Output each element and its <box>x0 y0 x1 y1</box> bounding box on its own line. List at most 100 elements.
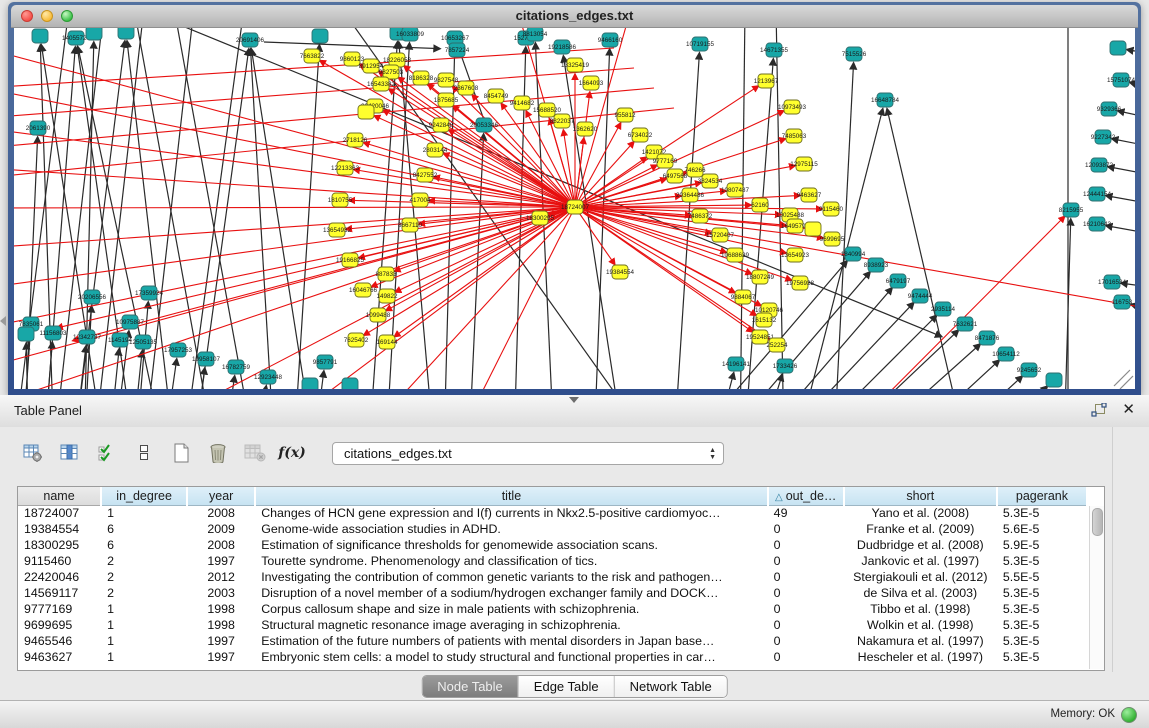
column-header-year[interactable]: year <box>187 487 255 505</box>
graph-node[interactable]: 13654923 <box>781 248 810 262</box>
table-row[interactable]: 1938455462009Genome-wide association stu… <box>18 521 1087 537</box>
column-header-in_degree[interactable]: in_degree <box>101 487 187 505</box>
graph-node[interactable]: 2803144 <box>423 143 448 157</box>
graph-node[interactable] <box>1110 41 1126 55</box>
graph-node[interactable]: 19756928 <box>786 276 815 290</box>
graph-node[interactable]: 7515526 <box>842 47 867 61</box>
graph-node[interactable]: 9245652 <box>1017 363 1042 377</box>
graph-node[interactable]: 18807249 <box>746 270 775 284</box>
graph-node[interactable]: 11156803 <box>39 326 67 340</box>
graph-node[interactable]: 62160 <box>751 198 769 212</box>
graph-node[interactable] <box>302 378 318 389</box>
graph-node[interactable] <box>342 378 358 389</box>
graph-node[interactable]: 1213967 <box>754 74 779 88</box>
graph-node[interactable]: 15720407 <box>706 228 735 242</box>
graph-node[interactable]: 9414682 <box>510 96 535 110</box>
graph-node[interactable]: 1875685 <box>434 93 459 107</box>
column-header-name[interactable]: name <box>18 487 101 505</box>
table-scrollbar[interactable] <box>1089 506 1104 669</box>
select-columns-button[interactable] <box>94 440 120 466</box>
graph-node[interactable]: 9463627 <box>797 188 822 202</box>
graph-node[interactable] <box>805 222 821 236</box>
table-chooser-dropdown[interactable]: citations_edges.txt ▲▼ <box>332 442 724 465</box>
table-row[interactable]: 911546021997Tourette syndrome. Phenomeno… <box>18 553 1087 569</box>
graph-node[interactable]: 9329366 <box>1097 102 1122 116</box>
graph-node[interactable] <box>358 105 374 119</box>
graph-node[interactable]: 1362620 <box>573 122 598 136</box>
window-minimize-button[interactable] <box>41 10 53 22</box>
graph-node[interactable]: 9466160 <box>598 33 623 47</box>
graph-node[interactable]: 16046766 <box>349 283 378 297</box>
graph-node[interactable]: 10975887 <box>116 315 145 329</box>
tab-network-table[interactable]: Network Table <box>614 676 727 697</box>
graph-node[interactable]: 2061390 <box>26 121 51 135</box>
column-header-title[interactable]: title <box>255 487 767 505</box>
table-row[interactable]: 1872400712008Changes of HCN gene express… <box>18 505 1087 521</box>
graph-node[interactable]: 169144 <box>376 335 398 349</box>
show-columns-button[interactable] <box>57 440 83 466</box>
table-row[interactable]: 1830029562008Estimation of significance … <box>18 537 1087 553</box>
graph-node[interactable] <box>312 29 328 43</box>
window-close-button[interactable] <box>21 10 33 22</box>
graph-node[interactable]: 252254 <box>766 338 788 352</box>
graph-node[interactable]: 12444154 <box>1083 187 1112 201</box>
graph-node[interactable]: 12975115 <box>790 157 818 171</box>
column-header-out_degree[interactable]: △out_de… <box>768 487 844 505</box>
column-header-pagerank[interactable]: pagerank <box>997 487 1087 505</box>
column-header-short[interactable]: short <box>844 487 997 505</box>
graph-node[interactable]: 12093872 <box>1085 158 1114 172</box>
graph-node[interactable]: 8938923 <box>864 258 889 272</box>
graph-node[interactable]: 14671355 <box>760 43 789 57</box>
graph-node[interactable]: 887833 <box>375 267 397 281</box>
graph-node[interactable]: 16782759 <box>222 360 251 374</box>
graph-node[interactable]: 20206556 <box>78 290 107 304</box>
graph-node[interactable]: 10688639 <box>721 248 750 262</box>
graph-node[interactable]: 7485063 <box>782 129 807 143</box>
window-zoom-button[interactable] <box>61 10 73 22</box>
graph-node[interactable]: 14196141 <box>722 357 751 371</box>
table-row[interactable]: 2242004622012Investigating the contribut… <box>18 569 1087 585</box>
graph-node[interactable]: 1664093 <box>579 76 604 90</box>
table-row[interactable]: 1456911722003Disruption of a novel membe… <box>18 585 1087 601</box>
graph-node[interactable] <box>32 29 48 43</box>
collapsed-splitter-arrow-icon[interactable] <box>0 316 6 326</box>
graph-node[interactable]: 149822 <box>376 289 398 303</box>
tab-node-table[interactable]: Node Table <box>422 676 518 697</box>
graph-node[interactable]: 9857791 <box>313 355 338 369</box>
graph-node[interactable]: 116753 <box>1112 295 1133 309</box>
table-settings-button[interactable] <box>20 440 46 466</box>
graph-node[interactable]: 9699695 <box>820 232 845 246</box>
close-panel-icon[interactable]: ✕ <box>1122 401 1135 419</box>
graph-node[interactable]: 19384554 <box>606 265 635 279</box>
table-row[interactable]: 946362711997Embryonic stem cells: a mode… <box>18 649 1087 665</box>
delete-columns-button[interactable] <box>205 440 231 466</box>
function-builder-button[interactable]: f(x) <box>279 440 305 466</box>
create-column-button[interactable] <box>168 440 194 466</box>
graph-node[interactable]: 6479197 <box>886 274 911 288</box>
graph-node[interactable]: 15751074 <box>1107 73 1135 87</box>
graph-node[interactable]: 16210643 <box>1083 217 1112 231</box>
graph-node[interactable] <box>1046 373 1062 387</box>
table-scrollbar-thumb[interactable] <box>1092 508 1103 536</box>
graph-node[interactable] <box>18 327 34 341</box>
graph-node[interactable] <box>86 28 102 40</box>
graph-node[interactable]: 16648784 <box>871 93 900 107</box>
graph-node[interactable]: 10654112 <box>992 347 1020 361</box>
graph-node[interactable]: 7632621 <box>953 317 978 331</box>
graph-node[interactable]: 955812 <box>614 108 636 122</box>
graph-node[interactable]: 12505135 <box>129 335 158 349</box>
table-row[interactable]: 946554611997Estimation of the future num… <box>18 633 1087 649</box>
graph-node[interactable]: 17016534 <box>1098 275 1127 289</box>
graph-node[interactable]: 8471876 <box>975 331 1000 345</box>
splitter-handle-icon[interactable] <box>569 397 579 403</box>
graph-node[interactable]: 17359924 <box>135 286 164 300</box>
graph-node[interactable]: 20364486 <box>676 188 705 202</box>
graph-node[interactable]: 10807487 <box>721 183 750 197</box>
graph-node[interactable]: 8667110 <box>398 218 423 232</box>
graph-node[interactable]: 10719155 <box>686 37 715 51</box>
graph-node[interactable]: 9115460 <box>819 202 844 216</box>
graph-node[interactable]: 12342737 <box>73 330 102 344</box>
tab-edge-table[interactable]: Edge Table <box>518 676 614 697</box>
window-titlebar[interactable]: citations_edges.txt <box>11 5 1138 28</box>
rows-button[interactable] <box>131 440 157 466</box>
